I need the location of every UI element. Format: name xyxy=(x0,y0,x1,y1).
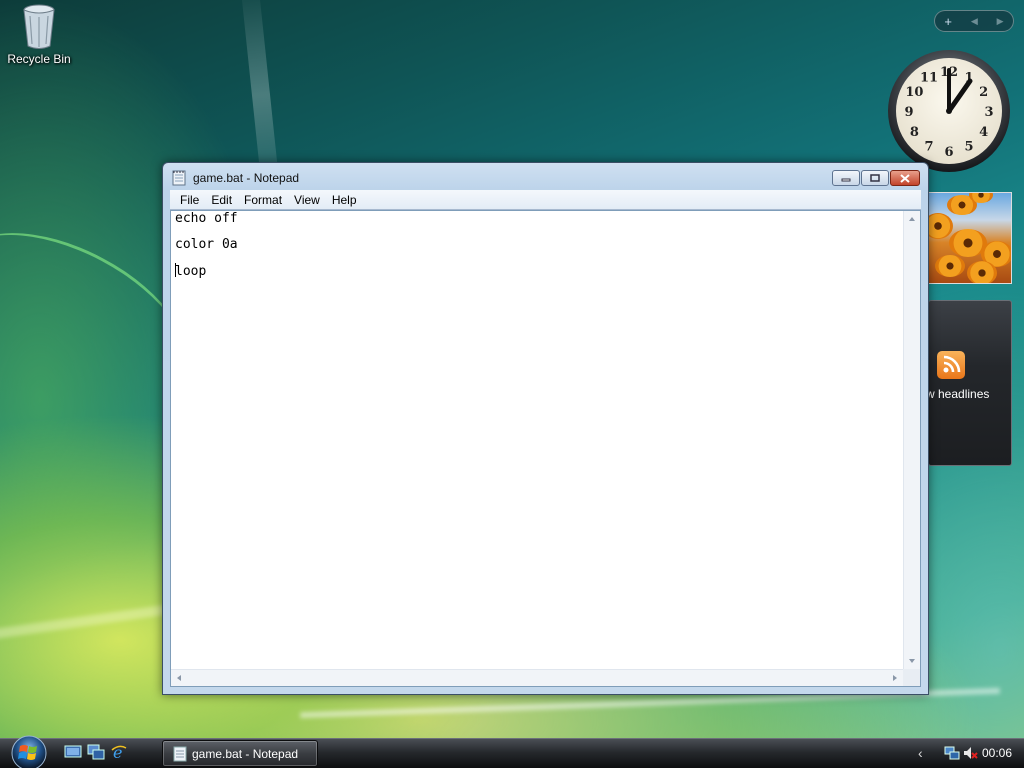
feed-headlines-label: w headlines xyxy=(928,387,990,401)
flower-image xyxy=(929,213,953,239)
clock-face: 121234567891011 xyxy=(888,50,1010,172)
taskbar-button-label: game.bat - Notepad xyxy=(192,746,299,761)
clock-numeral: 11 xyxy=(920,70,938,85)
text-content[interactable]: echo off color 0a loop xyxy=(173,211,903,669)
sidebar-controls: + ◀ ▶ xyxy=(934,10,1014,32)
clock-numeral: 4 xyxy=(979,125,988,140)
start-button[interactable] xyxy=(8,735,50,768)
clock-numeral: 9 xyxy=(904,105,913,120)
text-line-content: loop xyxy=(175,264,207,279)
menu-file[interactable]: File xyxy=(174,193,205,207)
text-line: color 0a xyxy=(175,237,238,252)
window-title: game.bat - Notepad xyxy=(193,171,300,185)
notepad-icon xyxy=(172,170,186,186)
taskbar-clock[interactable]: 00:06 xyxy=(982,746,1012,760)
clock-gadget[interactable]: 121234567891011 xyxy=(886,48,1012,174)
restore-button[interactable] xyxy=(861,170,889,186)
menu-help[interactable]: Help xyxy=(326,193,363,207)
recycle-bin-label: Recycle Bin xyxy=(7,52,71,66)
slideshow-gadget[interactable] xyxy=(928,192,1012,284)
close-icon xyxy=(900,173,910,183)
clock-numeral: 6 xyxy=(944,145,953,160)
network-icon[interactable] xyxy=(944,745,960,761)
close-button[interactable] xyxy=(890,170,920,186)
feed-headlines-gadget[interactable]: w headlines xyxy=(928,300,1012,466)
notepad-window: game.bat - Notepad File Edit Format View Hel… xyxy=(162,162,929,695)
volume-muted-icon[interactable] xyxy=(962,745,978,761)
minimize-icon xyxy=(841,178,851,182)
clock-numeral: 2 xyxy=(979,85,988,100)
title-bar[interactable]: game.bat - Notepad xyxy=(163,163,928,193)
menu-bar: File Edit Format View Help xyxy=(170,190,921,210)
sidebar-prev-button[interactable]: ◀ xyxy=(971,16,978,27)
vertical-scrollbar[interactable] xyxy=(903,211,920,669)
text-line: echo off xyxy=(175,211,238,226)
clock-numeral: 8 xyxy=(910,125,919,140)
caption-buttons xyxy=(832,170,920,186)
clock-numeral: 3 xyxy=(984,105,993,120)
scroll-right-icon[interactable] xyxy=(893,675,897,681)
clock-numeral: 5 xyxy=(964,140,973,155)
scroll-down-icon[interactable] xyxy=(909,659,915,663)
recycle-bin-desktop-icon[interactable]: Recycle Bin xyxy=(4,2,74,66)
flower-image xyxy=(967,261,997,283)
menu-view[interactable]: View xyxy=(288,193,326,207)
flower-image xyxy=(935,255,965,277)
taskbar xyxy=(0,738,1024,768)
system-tray: ‹ 00:06 xyxy=(912,738,1024,768)
text-editor[interactable]: echo off color 0a loop xyxy=(170,210,921,687)
rss-icon xyxy=(937,351,965,379)
recycle-bin-icon xyxy=(23,4,55,49)
switch-windows-icon[interactable] xyxy=(87,744,105,760)
restore-icon xyxy=(870,174,880,182)
minimize-button[interactable] xyxy=(832,170,860,186)
text-line: loop xyxy=(175,263,901,289)
scroll-up-icon[interactable] xyxy=(909,217,915,221)
taskbar-notepad-button[interactable]: game.bat - Notepad xyxy=(162,740,318,767)
internet-explorer-icon[interactable]: e xyxy=(110,744,128,760)
menu-edit[interactable]: Edit xyxy=(205,193,238,207)
scroll-left-icon[interactable] xyxy=(177,675,181,681)
notepad-icon xyxy=(173,746,187,761)
menu-format[interactable]: Format xyxy=(238,193,288,207)
add-gadget-button[interactable]: + xyxy=(944,14,952,29)
clock-numeral: 7 xyxy=(924,140,933,155)
scrollbar-corner xyxy=(903,669,920,686)
horizontal-scrollbar[interactable] xyxy=(171,669,903,686)
clock-numeral: 10 xyxy=(905,85,923,100)
show-hidden-icons-button[interactable]: ‹ xyxy=(918,745,923,761)
show-desktop-icon[interactable] xyxy=(64,744,82,760)
sidebar-next-button[interactable]: ▶ xyxy=(997,16,1004,27)
